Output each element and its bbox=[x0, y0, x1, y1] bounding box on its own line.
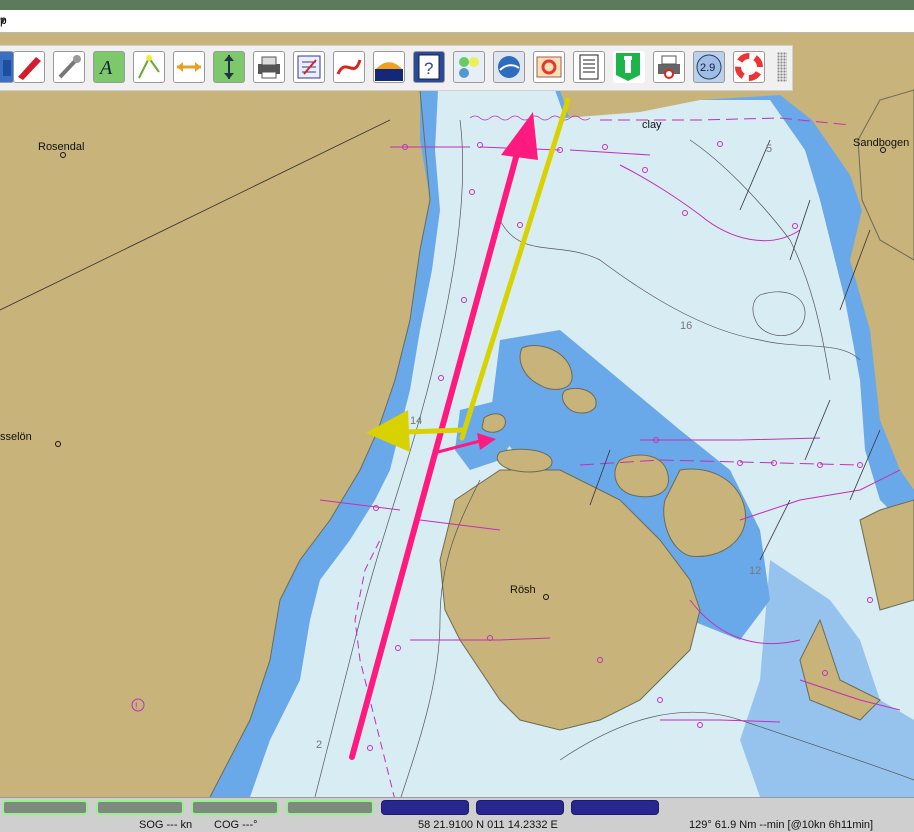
chevron-down-icon[interactable]: ▾ bbox=[0, 14, 902, 27]
print-icon[interactable] bbox=[253, 51, 285, 83]
print-preview-icon[interactable] bbox=[653, 51, 685, 83]
layers-icon[interactable] bbox=[453, 51, 485, 83]
sog-readout: SOG --- kn bbox=[139, 819, 193, 831]
text-annotation-icon[interactable]: A bbox=[93, 51, 125, 83]
route-list-icon[interactable] bbox=[293, 51, 325, 83]
cog-readout: COG ---° bbox=[214, 819, 258, 831]
lifesaver-scroll-icon[interactable] bbox=[533, 51, 565, 83]
status-field-5 bbox=[381, 800, 469, 815]
status-field-3 bbox=[191, 800, 279, 815]
status-bar: SOG --- kn COG ---° 58 21.9100 N 011 14.… bbox=[0, 797, 914, 832]
measure-vertical-icon[interactable] bbox=[213, 51, 245, 83]
place-label-rosh: Rösh bbox=[510, 584, 536, 596]
bearing-distance-readout: 129° 61.9 Nm --min [@10kn 6h11min] bbox=[689, 819, 874, 831]
lifebuoy-icon[interactable] bbox=[733, 51, 765, 83]
depth-label: 14 bbox=[410, 415, 423, 427]
svg-text:!: ! bbox=[135, 701, 138, 711]
svg-text:A: A bbox=[98, 57, 113, 79]
track-icon[interactable] bbox=[333, 51, 365, 83]
lighthouse-icon[interactable] bbox=[613, 51, 645, 83]
window-frame-top bbox=[0, 0, 914, 10]
ship-icon[interactable] bbox=[0, 51, 14, 83]
status-field-2 bbox=[96, 800, 184, 815]
status-field-7 bbox=[571, 800, 659, 815]
cursor-position-readout: 58 21.9100 N 011 14.2332 E bbox=[418, 819, 558, 831]
zoom-scale-icon[interactable]: 2.9 bbox=[693, 51, 725, 83]
title-bar: p ▾ bbox=[0, 10, 914, 33]
globe-icon[interactable] bbox=[493, 51, 525, 83]
depth-label: 5 bbox=[766, 143, 773, 155]
tide-icon[interactable] bbox=[373, 51, 405, 83]
depth-label: 12 bbox=[749, 565, 762, 577]
depth-label: 16 bbox=[680, 320, 693, 332]
place-label-sselon: sselön bbox=[0, 431, 32, 443]
svg-text:?: ? bbox=[424, 59, 433, 78]
ship-icon[interactable] bbox=[13, 51, 45, 83]
chart-canvas[interactable]: ! Rosendal sselön Rösh Sandbogen clay 5 … bbox=[0, 33, 914, 797]
depth-label: 2 bbox=[316, 739, 323, 751]
document-icon[interactable] bbox=[573, 51, 605, 83]
seabed-label-clay: clay bbox=[642, 119, 662, 131]
place-label-rosendal: Rosendal bbox=[38, 141, 85, 153]
status-field-1 bbox=[2, 800, 88, 815]
route-icon[interactable] bbox=[133, 51, 165, 83]
toolbar-grip[interactable] bbox=[777, 52, 787, 82]
status-field-6 bbox=[476, 800, 564, 815]
main-toolbar: A ? 2.9 bbox=[0, 45, 793, 91]
status-field-4 bbox=[286, 800, 374, 815]
zoom-scale-value: 2.9 bbox=[700, 62, 715, 74]
measure-horizontal-icon[interactable] bbox=[173, 51, 205, 83]
help-icon[interactable]: ? bbox=[413, 51, 445, 83]
place-label-sandbogen: Sandbogen bbox=[853, 137, 910, 149]
settings-wrench-icon[interactable] bbox=[53, 51, 85, 83]
